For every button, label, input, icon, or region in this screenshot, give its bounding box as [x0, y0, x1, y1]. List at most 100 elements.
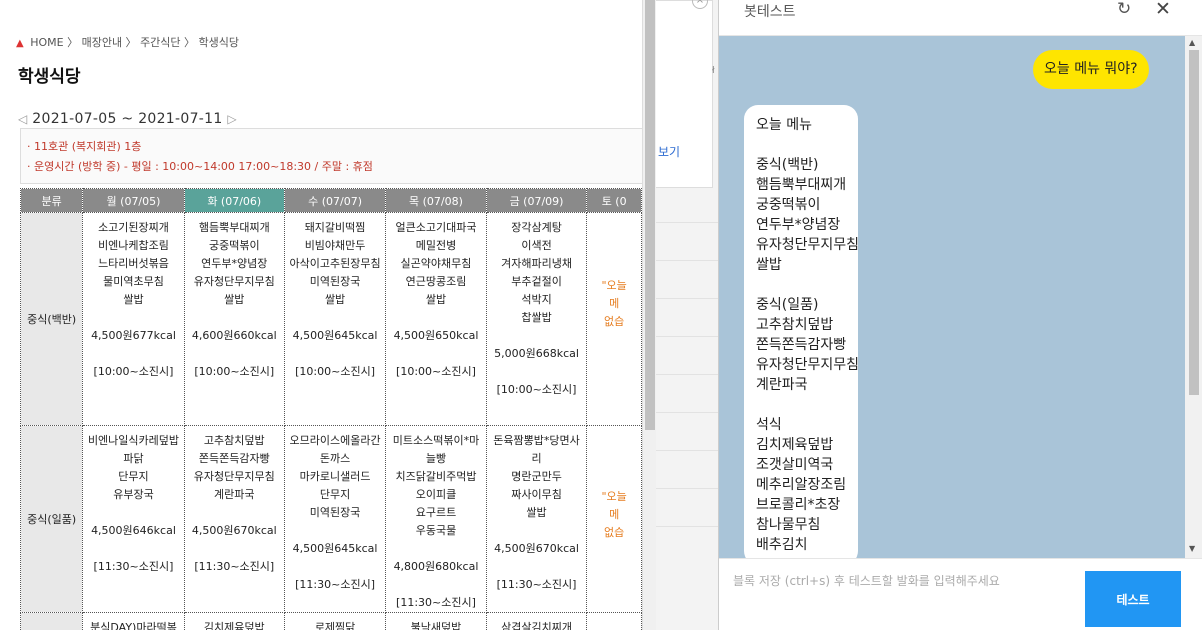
scroll-up-icon[interactable]: ▲: [1189, 38, 1195, 47]
menu-cell: 김치제육덮밥조갯살미역국: [183, 612, 285, 630]
next-week-icon[interactable]: ▷: [227, 112, 237, 126]
scrollbar-thumb[interactable]: [645, 0, 655, 430]
no-menu-note: "오늘: [601, 490, 627, 503]
cafeteria-page: ▲ HOME 〉 매장안내 〉 주간식단 〉 학생식당 학생식당 ◁ 2021-…: [0, 0, 642, 630]
category-cell: 중식(백반): [19, 212, 84, 426]
breadcrumb-item[interactable]: 학생식당: [199, 36, 239, 49]
bot-message-line: 배추김치: [756, 537, 808, 553]
no-menu-note: "오늘: [601, 279, 627, 292]
user-message: 오늘 메뉴 뭐야?: [1033, 50, 1149, 89]
menu-item: 쌀밥: [123, 293, 144, 306]
menu-cell: 돈육짬뽕밥*당면사 리 명란군만두 짜사이무침 쌀밥 4,500원670kcal [11:3…: [485, 425, 588, 613]
serving-time: [10:00~소진시]: [93, 365, 174, 378]
hours-text: · 운영시간 (방학 중) - 평일 : 10:00~14:00 17:00~1…: [27, 160, 373, 173]
price-kcal: 4,500원670kcal: [191, 524, 277, 537]
no-menu-note: 메: [609, 508, 620, 521]
side-popup: × 보기: [656, 0, 713, 188]
scroll-down-icon[interactable]: ▼: [1189, 544, 1195, 553]
location-text: · 11호관 (복지회관) 1층: [27, 140, 142, 153]
price-kcal: 4,500원645kcal: [292, 329, 378, 342]
serving-time: [10:00~소진시]: [396, 365, 476, 378]
view-link[interactable]: 보기: [658, 143, 680, 160]
menu-item: 계란파국: [214, 488, 255, 501]
breadcrumb-item[interactable]: 주간식단: [140, 36, 180, 49]
table-row: 중식(일품) 비엔나일식카레덮밥 파닭 단무지 유부장국 4,500원646kcal [11…: [19, 425, 642, 613]
menu-cell: 로제찜닭감자양파국: [283, 612, 387, 630]
bot-message-line: 조갯살미역국: [756, 457, 834, 473]
prev-week-icon[interactable]: ◁: [18, 112, 28, 126]
serving-time: [11:30~소진시]: [295, 578, 375, 591]
bot-message-line: 참나물무침: [756, 517, 821, 533]
test-button[interactable]: 테스트: [1085, 571, 1181, 627]
page-scrollbar[interactable]: [642, 0, 657, 630]
scrollbar-thumb[interactable]: [1189, 50, 1199, 395]
menu-item: 이색전: [521, 239, 552, 252]
bot-message-line: 햄듬뿍부대찌개: [756, 177, 847, 193]
breadcrumb-item[interactable]: 매장안내: [82, 36, 122, 49]
chat-scrollbar[interactable]: ▲ ▼: [1185, 36, 1202, 558]
menu-item: 미역된장국: [309, 506, 361, 519]
chat-header: 봇테스트 ↻ ✕: [719, 0, 1202, 36]
menu-item: 쌀밥: [526, 506, 547, 519]
bot-message-line: 중식(백반): [756, 157, 819, 173]
breadcrumb: ▲ HOME 〉 매장안내 〉 주간식단 〉 학생식당: [16, 36, 240, 49]
menu-item: 오이피클: [415, 488, 457, 501]
menu-cell: 미트소스떡볶이*마 늘빵 치즈닭갈비주먹밥 오이피클 요구르트 우동국물 4,800원680…: [385, 425, 487, 613]
menu-item: 연근땅콩조림: [405, 275, 467, 288]
price-kcal: 4,600원660kcal: [191, 329, 277, 342]
menu-item: 돼지갈비떡찜: [304, 221, 366, 234]
chat-input[interactable]: [731, 565, 1085, 597]
breadcrumb-home[interactable]: HOME: [30, 36, 63, 49]
page-title: 학생식당: [18, 67, 81, 87]
table-row: 중식(백반) 소고기된장찌개 비엔나케찹조림 느타리버섯볶음 물미역초무침 쌀밥 4,500…: [19, 212, 642, 426]
menu-cell: "오늘 메 없습: [586, 212, 642, 426]
price-kcal: 4,500원646kcal: [91, 524, 176, 537]
bot-message-line: 계란파국: [756, 377, 808, 393]
serving-time: [11:30~소진시]: [496, 578, 577, 591]
day-header: 토 (0: [586, 188, 642, 213]
serving-time: [11:30~소진시]: [396, 596, 476, 609]
menu-item: 궁중떡볶이: [208, 239, 260, 252]
chat-messages[interactable]: 오늘 메뉴 뭐야? 오늘 메뉴 중식(백반) 햄듬뿍부대찌개 궁중떡볶이 연두부*양념장…: [719, 36, 1185, 558]
price-kcal: 4,500원650kcal: [393, 329, 479, 342]
menu-item: 비엔나케찹조림: [98, 239, 169, 252]
menu-item: 쌀밥: [224, 293, 245, 306]
refresh-icon[interactable]: ↻: [1117, 0, 1131, 19]
menu-cell: 불낙새덮밥순두부국: [385, 612, 487, 630]
menu-item: 부추겉절이: [511, 275, 562, 288]
bot-test-panel: 봇테스트 ↻ ✕ 오늘 메뉴 뭐야? 오늘 메뉴중식(백반) 햄듬뿍부대찌개궁중떡…: [718, 0, 1202, 631]
serving-time: [11:30~소진시]: [194, 560, 275, 573]
menu-cell: 돼지갈비떡찜 비빔야채만두 아삭이고추된장무침 미역된장국 쌀밥 4,500원645kca…: [283, 212, 387, 426]
menu-item: 메밀전병: [415, 239, 457, 252]
menu-item: 유자청단무지무침: [193, 275, 275, 288]
menu-cell: [586, 612, 642, 630]
bot-message-line: 석식: [756, 417, 782, 433]
home-icon[interactable]: ▲: [16, 38, 24, 49]
menu-item: 소고기된장찌개: [98, 221, 169, 234]
week-range: 2021-07-05 ~ 2021-07-11: [32, 111, 223, 127]
close-icon[interactable]: ✕: [1155, 0, 1171, 20]
serving-time: [10:00~소진시]: [496, 383, 577, 396]
bot-message-line: 메추리알장조림: [756, 477, 847, 493]
bot-message-line: 오늘 메뉴: [756, 117, 812, 133]
menu-item: 단무지: [319, 488, 351, 501]
menu-item: 고추참치덮밥: [203, 434, 265, 447]
price-kcal: 4,800원680kcal: [393, 560, 479, 573]
menu-item: 오므라이스에올라간: [289, 434, 381, 447]
close-circle-icon[interactable]: ×: [692, 0, 708, 9]
menu-item: 석박지: [521, 293, 552, 306]
menu-item: 유부장국: [113, 488, 154, 501]
menu-item: 로제찜닭: [314, 621, 356, 630]
side-mark: ł: [712, 66, 715, 76]
category-cell: [19, 612, 84, 630]
bot-message-line: 궁중떡볶이: [756, 197, 821, 213]
bot-message-line: 쌀밥: [756, 257, 782, 273]
table-row: 분식DAY)마라떡볶이김치제육덮밥조갯살미역국로제찜닭감자양파국불낙새덮밥순두부…: [19, 612, 642, 630]
menu-item: 요구르트: [415, 506, 457, 519]
menu-item: 햄듬뿍부대찌개: [198, 221, 270, 234]
day-header: 금 (07/09): [485, 188, 588, 213]
bot-message-line: 브로콜리*초장: [756, 497, 841, 513]
bot-message-line: 중식(일품): [756, 297, 819, 313]
menu-item: 비빔야채만두: [304, 239, 366, 252]
menu-item: 돈까스: [319, 452, 351, 465]
